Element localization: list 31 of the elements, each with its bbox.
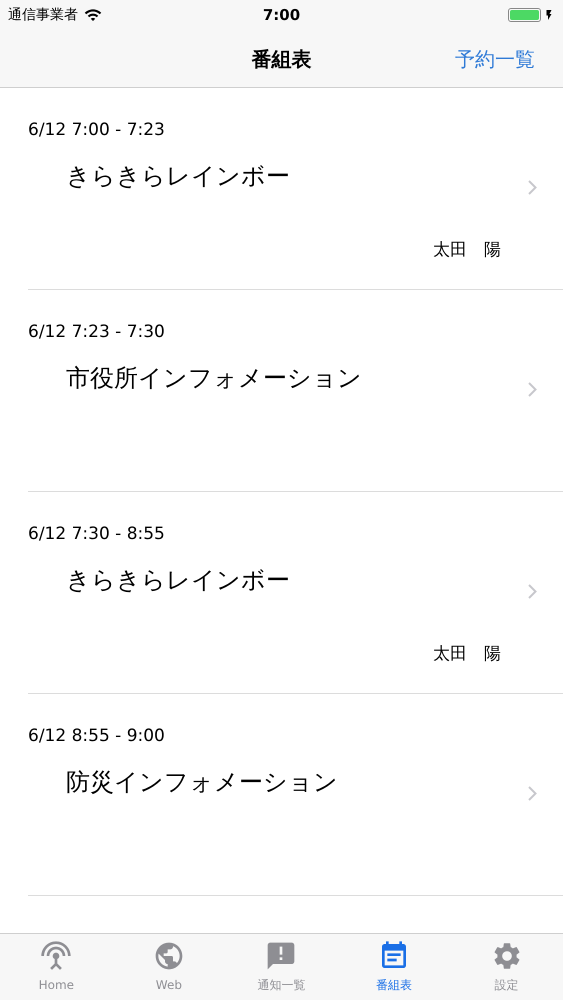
program-row[interactable]: 6/12 7:23 - 7:30 市役所インフォメーション <box>28 290 563 492</box>
program-title: 市役所インフォメーション <box>66 362 362 394</box>
tab-bar-item[interactable]: 通知一覧 <box>225 934 338 1000</box>
program-title: きらきらレインボー <box>66 160 290 192</box>
carrier-name: 通信事業者 <box>8 6 78 24</box>
chevron-icon <box>528 180 537 195</box>
globe-icon <box>152 940 185 972</box>
program-time: 6/12 7:30 - 8:55 <box>28 523 165 546</box>
tab-bar-item[interactable]: Home <box>0 934 113 1000</box>
program-time: 6/12 8:55 - 9:00 <box>28 725 165 748</box>
clock: 7:00 <box>262 4 300 26</box>
battery-icon <box>508 8 541 22</box>
program-time: 6/12 7:00 - 7:23 <box>28 119 165 142</box>
presenter-name: 太田 陽 <box>433 642 501 666</box>
program-row[interactable]: 6/12 8:55 - 9:00 防災インフォメーション <box>28 694 563 896</box>
antenna-icon <box>40 940 72 972</box>
tab-bar-item[interactable]: 番組表 <box>338 934 450 1000</box>
program-title: 防災インフォメーション <box>66 766 338 798</box>
program-time: 6/12 7:23 - 7:30 <box>28 321 165 344</box>
tab-bar-item[interactable]: 設定 <box>450 934 563 1000</box>
chevron-icon <box>528 584 537 599</box>
program-title: きらきらレインボー <box>66 564 290 596</box>
program-row[interactable]: 6/12 7:30 - 8:55 きらきらレインボー 太田 陽 <box>28 492 563 694</box>
chevron-icon <box>528 382 537 397</box>
presenter-name: 太田 陽 <box>433 238 501 262</box>
alert-icon <box>265 940 298 972</box>
chevron-icon <box>528 786 537 801</box>
reservations-link[interactable]: 予約一覧 <box>455 44 535 74</box>
tab-bar-item[interactable]: Web <box>112 934 226 1000</box>
program-row[interactable]: 6/12 7:00 - 7:23 きらきらレインボー 太田 陽 <box>28 88 563 290</box>
screen-title: 番組表 <box>252 46 312 72</box>
